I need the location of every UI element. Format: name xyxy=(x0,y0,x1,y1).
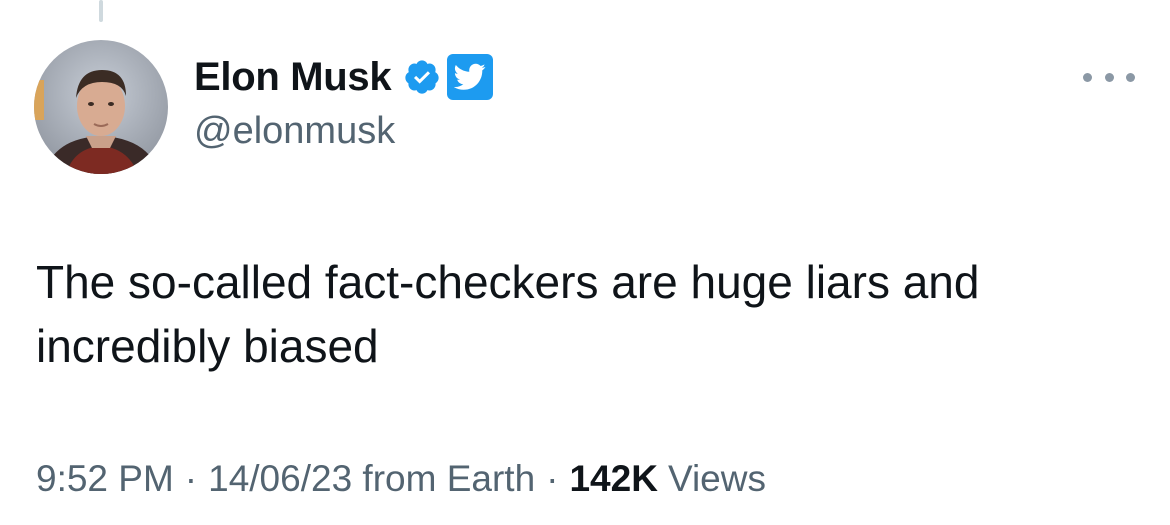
more-dot xyxy=(1126,72,1135,82)
author-name-row: Elon Musk xyxy=(194,54,494,100)
author-display-name[interactable]: Elon Musk xyxy=(194,55,392,100)
meta-separator: · xyxy=(184,458,198,499)
tweet-time[interactable]: 9:52 PM xyxy=(36,458,174,499)
views-count[interactable]: 142K xyxy=(569,458,657,499)
twitter-bird-icon xyxy=(447,54,494,100)
more-dot xyxy=(1083,72,1092,82)
more-dot xyxy=(1104,72,1114,82)
avatar[interactable] xyxy=(34,40,168,174)
tweet-meta: 9:52 PM · 14/06/23 from Earth · 142K Views xyxy=(36,458,766,500)
views-label: Views xyxy=(667,458,766,499)
tweet-date-source[interactable]: 14/06/23 from Earth xyxy=(208,458,535,499)
meta-separator: · xyxy=(546,458,559,499)
thread-connector-line xyxy=(99,0,103,22)
author-handle[interactable]: @elonmusk xyxy=(194,110,395,153)
more-options-icon[interactable] xyxy=(1083,65,1135,89)
verified-badge-icon xyxy=(403,58,441,96)
tweet-text: The so-called fact-checkers are huge lia… xyxy=(36,256,980,372)
